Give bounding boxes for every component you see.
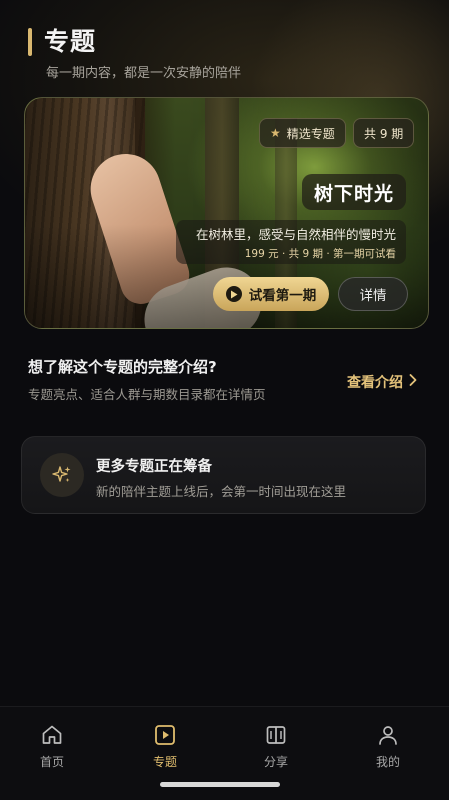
user-icon (379, 726, 397, 745)
trial-first-episode-button[interactable]: 试看第一期 (213, 277, 329, 311)
tab-me[interactable]: 我的 (353, 723, 423, 779)
coming-soon-title: 更多专题正在筹备 (96, 459, 212, 475)
series-intro-row: 想了解这个专题的完整介绍? 专题亮点、适合人群与期数目录都在详情页 查看介绍 (28, 356, 423, 406)
home-icon (42, 725, 62, 744)
book-open-icon (266, 726, 286, 744)
star-icon: ★ (270, 126, 281, 140)
tab-share-label: 分享 (263, 755, 288, 769)
tab-share[interactable]: 分享 (241, 723, 311, 779)
tab-topics-label: 专题 (152, 755, 177, 769)
series-name: 树下时光 (313, 182, 394, 205)
featured-series-card[interactable]: ★ 精选专题 共 9 期 树下时光 在树林里，感受与自然相伴的慢时光 199 元… (24, 97, 429, 329)
tab-topics[interactable]: 专题 (130, 723, 200, 779)
intro-title: 想了解这个专题的完整介绍? (28, 358, 217, 376)
trial-button-label: 试看第一期 (248, 288, 317, 304)
episode-count-label: 共 9 期 (364, 126, 404, 141)
series-description: 在树林里，感受与自然相伴的慢时光 (195, 227, 396, 242)
topics-screen: 专题 每一期内容，都是一次安静的陪伴 ★ 精选专题 共 9 期 树下时光 在树林… (0, 0, 449, 800)
tab-me-label: 我的 (375, 755, 400, 769)
title-accent-bar (28, 28, 32, 56)
play-square-icon (155, 725, 175, 745)
tab-home[interactable]: 首页 (17, 723, 87, 779)
page-subtitle: 每一期内容，都是一次安静的陪伴 (46, 66, 242, 81)
coming-soon-card: 更多专题正在筹备 新的陪伴主题上线后，会第一时间出现在这里 (21, 436, 426, 514)
play-icon (225, 286, 242, 302)
episode-count-badge: 共 9 期 (353, 118, 415, 148)
detail-button-label: 详情 (359, 288, 387, 304)
tab-home-label: 首页 (39, 755, 64, 769)
chevron-right-icon (409, 374, 417, 390)
page-title: 专题 (44, 27, 97, 56)
series-meta: 199 元 · 共 9 期 · 第一期可试看 (244, 248, 396, 260)
featured-badge: ★ 精选专题 (259, 118, 346, 148)
series-name-box: 树下时光 (301, 174, 406, 210)
featured-badge-label: 精选专题 (286, 126, 335, 141)
coming-soon-subtitle: 新的陪伴主题上线后，会第一时间出现在这里 (96, 484, 347, 499)
sparkles-icon (40, 453, 84, 497)
home-indicator[interactable] (160, 782, 280, 787)
view-intro-link[interactable]: 查看介绍 (347, 372, 417, 392)
view-intro-label: 查看介绍 (347, 375, 403, 391)
intro-subtitle: 专题亮点、适合人群与期数目录都在详情页 (28, 387, 266, 402)
detail-button[interactable]: 详情 (338, 277, 408, 311)
